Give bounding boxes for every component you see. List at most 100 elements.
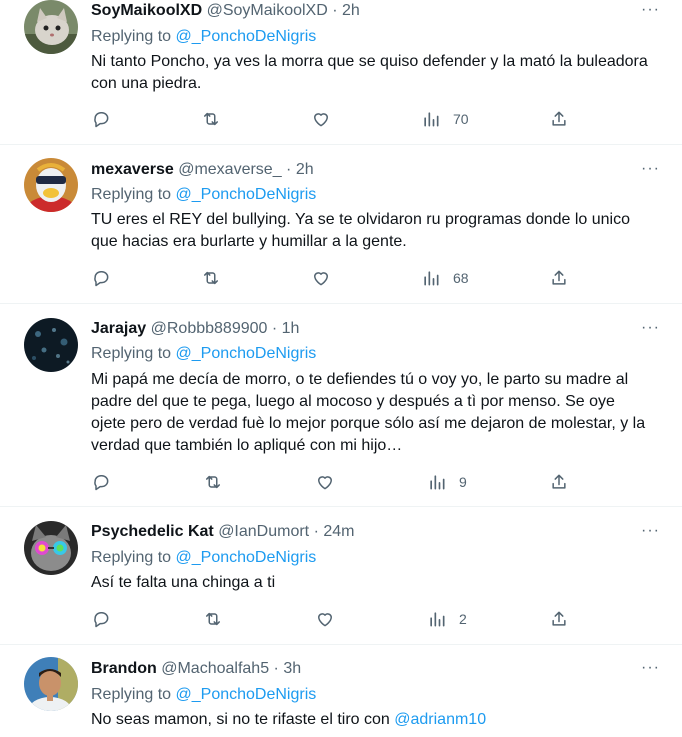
tweet-text: No seas mamon, si no te rifaste el tiro … — [91, 709, 651, 731]
replying-prefix: Replying to — [91, 345, 172, 362]
retweet-button[interactable] — [203, 472, 223, 492]
retweet-button[interactable] — [201, 109, 221, 129]
replying-to-line: Replying to @_PonchoDeNigris — [91, 548, 316, 568]
reply-icon — [94, 271, 109, 287]
avatar[interactable] — [24, 657, 78, 711]
like-button[interactable] — [311, 268, 331, 288]
replying-prefix: Replying to — [91, 686, 172, 703]
tweet-header: SoyMaikoolXD @SoyMaikoolXD · 2h — [91, 1, 360, 21]
timestamp[interactable]: 2h — [342, 2, 360, 19]
tweet[interactable]: SoyMaikoolXD @SoyMaikoolXD · 2h ··· Repl… — [0, 0, 682, 145]
man-portrait-avatar-image — [24, 657, 78, 711]
tweet[interactable]: mexaverse @mexaverse_ · 2h ··· Replying … — [0, 145, 682, 304]
text-mention-link[interactable]: @adrianm10 — [394, 711, 486, 728]
views-button[interactable]: 68 — [421, 268, 469, 288]
more-icon[interactable]: ··· — [641, 1, 660, 19]
replying-to-mention[interactable]: @_PonchoDeNigris — [176, 28, 317, 45]
timestamp[interactable]: 24m — [323, 523, 354, 540]
share-button[interactable] — [549, 268, 569, 288]
replying-to-mention[interactable]: @_PonchoDeNigris — [176, 186, 317, 203]
tweet-header: Psychedelic Kat @IanDumort · 24m — [91, 522, 354, 542]
user-handle[interactable]: @mexaverse_ — [178, 161, 281, 178]
action-bar: 70 — [91, 109, 571, 131]
tweet-text: Mi papá me decía de morro, o te defiende… — [91, 371, 646, 454]
tweet-header: Brandon @Machoalfah5 · 3h — [91, 659, 301, 679]
like-icon — [318, 476, 332, 490]
views-count: 2 — [459, 611, 467, 627]
separator-dot: · — [273, 660, 279, 677]
reply-button[interactable] — [91, 109, 111, 129]
views-button[interactable]: 2 — [427, 609, 467, 629]
separator-dot: · — [271, 320, 278, 337]
display-name[interactable]: Jarajay — [91, 320, 146, 337]
replying-prefix: Replying to — [91, 186, 172, 203]
share-button[interactable] — [549, 109, 569, 129]
share-icon — [552, 611, 566, 626]
share-button[interactable] — [549, 472, 569, 492]
retweet-icon — [204, 112, 218, 126]
character-avatar-image — [24, 158, 78, 212]
tweet-text-body: No seas mamon, si no te rifaste el tiro … — [91, 711, 390, 728]
user-handle[interactable]: @Machoalfah5 — [161, 660, 269, 677]
views-icon — [430, 475, 445, 490]
user-handle[interactable]: @SoyMaikoolXD — [207, 2, 328, 19]
retweet-icon — [206, 612, 220, 626]
like-button[interactable] — [315, 472, 335, 492]
timestamp[interactable]: 2h — [296, 161, 314, 178]
more-icon[interactable]: ··· — [641, 160, 660, 178]
avatar[interactable] — [24, 158, 78, 212]
avatar[interactable] — [24, 318, 78, 372]
action-bar: 2 — [91, 609, 571, 631]
more-icon[interactable]: ··· — [641, 319, 660, 337]
replying-to-line: Replying to @_PonchoDeNigris — [91, 685, 316, 705]
avatar[interactable] — [24, 521, 78, 575]
retweet-button[interactable] — [203, 609, 223, 629]
separator-dot: · — [286, 161, 292, 178]
tweet[interactable]: Brandon @Machoalfah5 · 3h ··· Replying t… — [0, 645, 682, 737]
display-name[interactable]: Psychedelic Kat — [91, 523, 214, 540]
user-handle[interactable]: @Robbb889900 — [151, 320, 268, 337]
tweet-text: TU eres el REY del bullying. Ya se te ol… — [91, 211, 630, 250]
share-button[interactable] — [549, 609, 569, 629]
replying-prefix: Replying to — [91, 28, 172, 45]
retweet-icon — [204, 271, 218, 285]
display-name[interactable]: mexaverse — [91, 161, 174, 178]
user-handle[interactable]: @IanDumort — [218, 523, 309, 540]
like-icon — [318, 613, 332, 627]
tweet[interactable]: Jarajay @Robbb889900 · 1h ··· Replying t… — [0, 304, 682, 507]
replying-to-line: Replying to @_PonchoDeNigris — [91, 185, 316, 205]
retweet-button[interactable] — [201, 268, 221, 288]
replying-to-mention[interactable]: @_PonchoDeNigris — [176, 549, 317, 566]
like-button[interactable] — [311, 109, 331, 129]
more-icon[interactable]: ··· — [641, 522, 660, 540]
timestamp[interactable]: 1h — [282, 320, 300, 337]
views-icon — [430, 612, 445, 627]
views-button[interactable]: 9 — [427, 472, 467, 492]
action-bar: 9 — [91, 472, 571, 494]
more-icon[interactable]: ··· — [641, 659, 660, 677]
share-icon — [552, 270, 566, 285]
views-count: 9 — [459, 474, 467, 490]
separator-dot: · — [332, 2, 338, 19]
display-name[interactable]: Brandon — [91, 660, 157, 677]
display-name[interactable]: SoyMaikoolXD — [91, 2, 202, 19]
tweet-header: mexaverse @mexaverse_ · 2h — [91, 160, 314, 180]
tweet[interactable]: Psychedelic Kat @IanDumort · 24m ··· Rep… — [0, 507, 682, 645]
share-icon — [552, 111, 566, 126]
views-icon — [424, 271, 439, 286]
timestamp[interactable]: 3h — [283, 660, 301, 677]
views-count: 70 — [453, 111, 469, 127]
like-button[interactable] — [315, 609, 335, 629]
separator-dot: · — [313, 523, 319, 540]
reply-button[interactable] — [91, 268, 111, 288]
views-count: 68 — [453, 270, 469, 286]
reply-icon — [94, 475, 109, 491]
views-button[interactable]: 70 — [421, 109, 469, 129]
reply-icon — [94, 612, 109, 628]
replying-to-mention[interactable]: @_PonchoDeNigris — [176, 686, 317, 703]
avatar[interactable] — [24, 0, 78, 54]
reply-button[interactable] — [91, 472, 111, 492]
replying-to-mention[interactable]: @_PonchoDeNigris — [176, 345, 317, 362]
cat-sunglasses-avatar-image — [24, 521, 78, 575]
reply-button[interactable] — [91, 609, 111, 629]
